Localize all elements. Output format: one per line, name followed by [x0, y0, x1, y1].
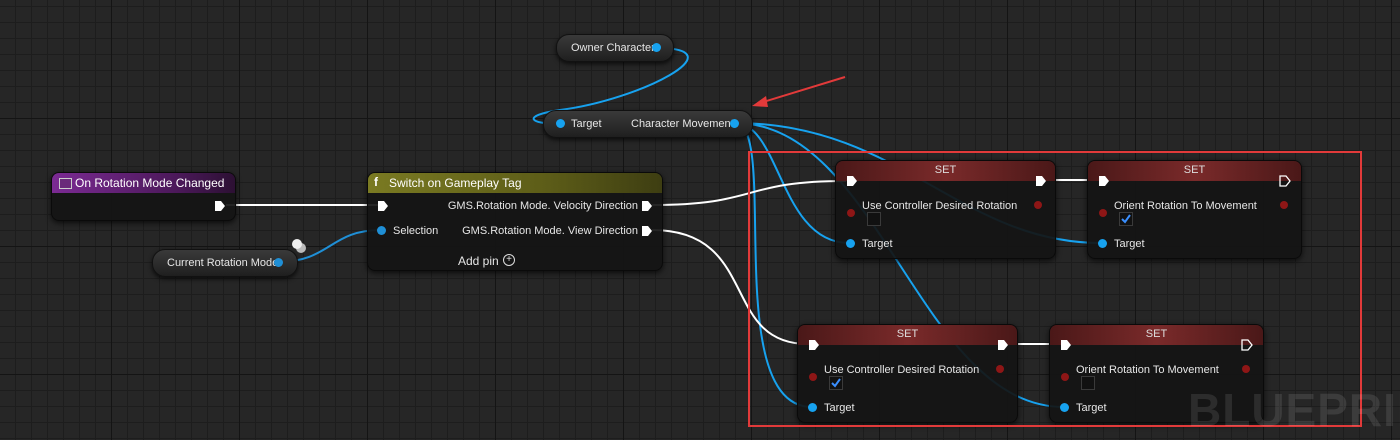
velocity-direction-label: GMS.Rotation Mode. Velocity Direction [447, 200, 638, 212]
owner-character-out-pin[interactable] [652, 43, 661, 52]
blueprint-watermark: BLUEPRIN [1188, 384, 1400, 436]
current-rotation-mode-node[interactable]: Current Rotation Mode [152, 239, 302, 277]
current-rotation-mode-out-pin[interactable] [274, 258, 283, 267]
switch-on-gameplay-tag-node[interactable]: f Switch on Gameplay Tag Selection GMS.R… [367, 172, 663, 271]
exec-out-pin[interactable] [214, 200, 226, 212]
switch-node-header: f Switch on Gameplay Tag [368, 173, 662, 193]
add-pin-icon[interactable]: + [503, 254, 515, 266]
event-icon [59, 178, 72, 189]
switch-exec-in-pin[interactable] [377, 200, 389, 212]
character-movement-target-pin[interactable] [556, 119, 565, 128]
view-direction-exec-out[interactable] [641, 225, 653, 237]
owner-character-node[interactable]: Owner Character [556, 34, 674, 62]
annotation-arrow [759, 76, 846, 104]
character-movement-output-label: Character Movement [631, 118, 734, 130]
add-pin-label[interactable]: Add pin [458, 254, 499, 268]
switch-title: Switch on Gameplay Tag [389, 176, 522, 190]
blueprint-graph-canvas[interactable]: On Rotation Mode Changed Current Rotatio… [0, 0, 1400, 440]
current-rotation-mode-label: Current Rotation Mode [167, 257, 279, 269]
event-node-header: On Rotation Mode Changed [52, 173, 235, 193]
owner-character-label: Owner Character [571, 42, 655, 54]
character-movement-node[interactable]: Target Character Movement [543, 110, 753, 138]
event-node-on-rotation-mode-changed[interactable]: On Rotation Mode Changed [51, 172, 236, 221]
event-title: On Rotation Mode Changed [75, 176, 225, 190]
function-icon: f [374, 175, 378, 189]
velocity-direction-exec-out[interactable] [641, 200, 653, 212]
character-movement-target-label: Target [571, 118, 602, 130]
selection-label: Selection [393, 225, 439, 237]
variable-replicated-icon [292, 239, 302, 249]
annotation-arrowhead [752, 96, 768, 107]
view-direction-label: GMS.Rotation Mode. View Direction [462, 225, 638, 237]
character-movement-out-pin[interactable] [730, 119, 739, 128]
selection-pin[interactable] [377, 226, 386, 235]
